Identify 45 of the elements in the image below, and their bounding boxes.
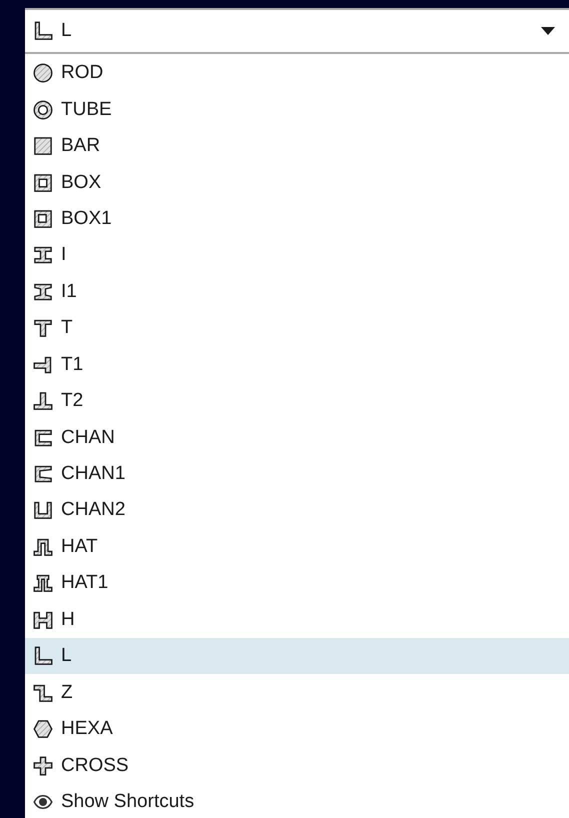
circle-section-icon: [33, 63, 53, 84]
section-option[interactable]: CHAN: [25, 419, 569, 456]
angle-section-icon: [33, 21, 53, 41]
i-beam-icon: [33, 282, 53, 302]
channel-section-icon: [33, 428, 53, 448]
i-beam-icon: [33, 245, 53, 266]
cross-section-icon: [33, 756, 53, 776]
t-beam-icon: [33, 354, 53, 375]
section-option[interactable]: HAT1: [25, 565, 569, 602]
u-channel-icon: [33, 500, 53, 520]
channel-section-icon: [33, 464, 53, 484]
section-option[interactable]: CHAN1: [25, 456, 569, 492]
hat-section-icon: [33, 573, 53, 594]
section-option[interactable]: HAT: [25, 528, 569, 566]
box-section-icon: [33, 208, 53, 229]
section-type-dropdown[interactable]: L: [25, 8, 569, 54]
section-option[interactable]: Z: [25, 674, 569, 711]
square-section-icon: [33, 136, 53, 156]
section-option[interactable]: CROSS: [25, 747, 569, 784]
hexagon-section-icon: [33, 719, 53, 740]
section-option[interactable]: BAR: [25, 128, 569, 164]
angle-section-icon: [33, 646, 53, 666]
hat-section-icon: [33, 536, 53, 557]
section-option[interactable]: TUBE: [25, 91, 569, 128]
t-beam-icon: [33, 318, 53, 338]
section-option[interactable]: I1: [25, 274, 569, 310]
section-option[interactable]: BOX: [25, 164, 569, 201]
show-shortcuts-option[interactable]: Show Shortcuts: [25, 784, 569, 818]
h-section-icon: [33, 610, 53, 630]
t-beam-icon: [33, 391, 53, 412]
caret-icon: [541, 27, 555, 35]
section-option[interactable]: HEXA: [25, 710, 569, 748]
section-option[interactable]: L: [25, 638, 569, 674]
z-section-icon: [33, 682, 53, 703]
section-option[interactable]: T1: [25, 346, 569, 383]
dropdown-value: L: [61, 20, 73, 42]
ring-section-icon: [33, 100, 53, 120]
section-option[interactable]: I: [25, 237, 569, 274]
section-option[interactable]: ROD: [25, 55, 569, 92]
section-option[interactable]: BOX1: [25, 200, 569, 238]
section-option[interactable]: CHAN2: [25, 492, 569, 529]
box-section-icon: [33, 172, 53, 193]
section-option[interactable]: H: [25, 602, 569, 638]
section-option[interactable]: T: [25, 310, 569, 346]
section-option[interactable]: T2: [25, 382, 569, 420]
